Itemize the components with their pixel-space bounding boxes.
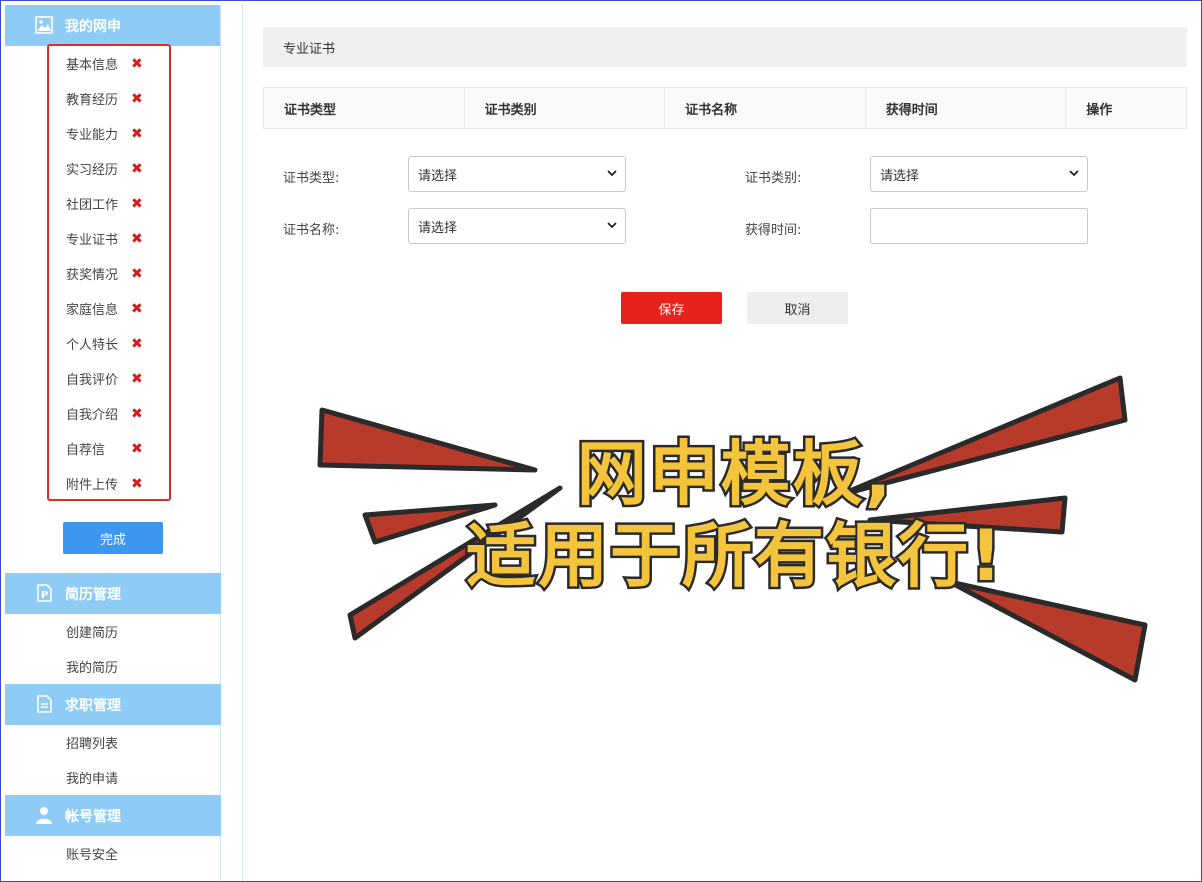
column-header: 获得时间 [866,88,1067,128]
cert-name-label: 证书名称: [283,223,340,238]
chevron-down-icon [607,222,617,229]
column-header: 操作 [1086,102,1113,118]
resume-p-icon: P [37,584,52,602]
incomplete-x-icon: ✖ [131,475,143,492]
select-value: 请选择 [418,168,458,184]
cert-type-select[interactable]: 请选择 [408,156,626,192]
sidebar-item-label: 自我介绍 [66,408,119,423]
incomplete-x-icon: ✖ [131,160,143,177]
obtain-time-label: 获得时间: [745,223,802,238]
menu-item-my-application[interactable]: 我的申请 [5,760,221,795]
sidebar-item-label: 附件上传 [66,478,119,493]
main-panel: 专业证书 证书类型 证书类别 证书名称 获得时间 操作 证书类型: 请选择 证书… [242,5,1196,881]
cert-type-label: 证书类型: [283,171,340,186]
menu-item-account-security[interactable]: 账号安全 [5,836,221,871]
sidebar-apply-item[interactable]: 教育经历 ✖ [5,81,220,116]
image-icon [35,16,53,34]
section-title: 帐号管理 [65,808,121,825]
sidebar-item-label: 专业证书 [66,233,119,248]
column-header: 证书类型 [264,88,465,128]
incomplete-x-icon: ✖ [131,230,143,247]
cert-category-label: 证书类别: [745,171,802,186]
sidebar-apply-item[interactable]: 自荐信 ✖ [5,431,220,466]
incomplete-x-icon: ✖ [131,90,143,107]
column-header: 证书名称 [665,88,866,128]
sidebar-item-label: 教育经历 [66,93,119,108]
sidebar-item-label: 自我评价 [66,373,119,388]
incomplete-x-icon: ✖ [131,55,143,72]
column-header: 证书类别 [465,88,666,128]
incomplete-x-icon: ✖ [131,370,143,387]
select-value: 请选择 [880,168,920,184]
section-header-account[interactable]: 帐号管理 [5,795,221,836]
sidebar-apply-item[interactable]: 社团工作 ✖ [5,186,220,221]
incomplete-x-icon: ✖ [131,300,143,317]
sidebar-item-label: 个人特长 [66,338,119,353]
sidebar-apply-item[interactable]: 基本信息 ✖ [5,46,220,81]
incomplete-x-icon: ✖ [131,125,143,142]
obtain-time-input[interactable] [870,208,1088,244]
sidebar-apply-item[interactable]: 附件上传 ✖ [5,466,220,501]
sidebar-apply-item[interactable]: 自我评价 ✖ [5,361,220,396]
sidebar-apply-item[interactable]: 专业证书 ✖ [5,221,220,256]
section-header-job[interactable]: 求职管理 [5,684,221,725]
menu-item-job-list[interactable]: 招聘列表 [5,725,221,760]
sidebar-apply-item[interactable]: 专业能力 ✖ [5,116,220,151]
user-icon [36,807,52,824]
sidebar-item-label: 实习经历 [66,163,119,178]
sidebar-apply-item[interactable]: 家庭信息 ✖ [5,291,220,326]
section-header-my-apply[interactable]: 我的网申 [5,5,220,46]
section-title: 简历管理 [65,586,121,603]
incomplete-x-icon: ✖ [131,335,143,352]
incomplete-x-icon: ✖ [131,195,143,212]
page-title: 专业证书 [263,27,1187,67]
cancel-button[interactable]: 取消 [747,292,848,324]
done-button[interactable]: 完成 [63,522,163,554]
sidebar-item-label: 专业能力 [66,128,119,143]
section-header-resume[interactable]: P 简历管理 [5,573,221,614]
incomplete-x-icon: ✖ [131,405,143,422]
table-header: 证书类型 证书类别 证书名称 获得时间 操作 [263,87,1187,129]
document-icon [37,695,52,713]
sidebar-item-label: 基本信息 [66,58,119,73]
chevron-down-icon [607,170,617,177]
cert-category-select[interactable]: 请选择 [870,156,1088,192]
cert-name-select[interactable]: 请选择 [408,208,626,244]
sidebar-item-label: 家庭信息 [66,303,119,318]
svg-text:P: P [41,590,48,601]
incomplete-x-icon: ✖ [131,265,143,282]
sidebar-apply-item[interactable]: 获奖情况 ✖ [5,256,220,291]
sidebar-item-label: 社团工作 [66,198,119,213]
sidebar: 我的网申 基本信息 ✖ 教育经历 ✖ 专业能力 ✖ 实习经历 ✖ 社团工作 ✖ 专业证书 ✖ 获奖情况 ✖… [5,5,221,881]
menu-item-create-resume[interactable]: 创建简历 [5,614,221,649]
section-title: 求职管理 [65,697,121,714]
sidebar-item-label: 获奖情况 [66,268,119,283]
section-title: 我的网申 [65,18,121,35]
sidebar-apply-item[interactable]: 自我介绍 ✖ [5,396,220,431]
save-button[interactable]: 保存 [621,292,722,324]
menu-item-my-resume[interactable]: 我的简历 [5,649,221,684]
sidebar-apply-item[interactable]: 个人特长 ✖ [5,326,220,361]
select-value: 请选择 [418,220,458,236]
sidebar-item-label: 自荐信 [66,443,106,458]
sidebar-apply-item[interactable]: 实习经历 ✖ [5,151,220,186]
chevron-down-icon [1069,170,1079,177]
incomplete-x-icon: ✖ [131,440,143,457]
